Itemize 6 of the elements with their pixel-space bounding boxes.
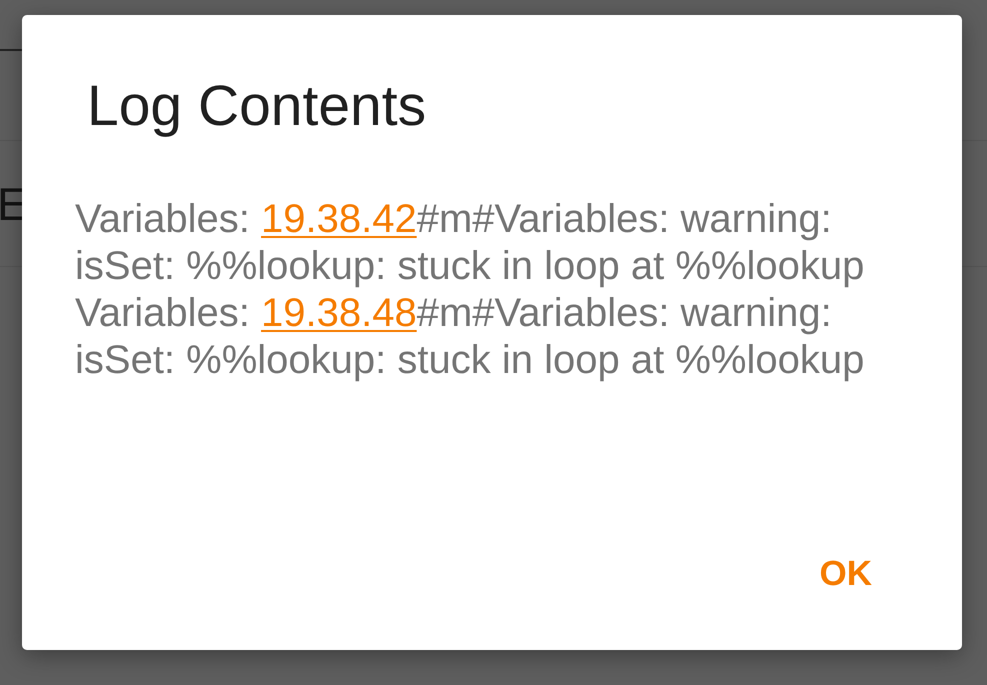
dialog-title: Log Contents [87, 73, 426, 139]
timestamp-link[interactable]: 19.38.48 [261, 291, 417, 335]
log-entry-text: Variables: 19.38.42#m#Variables: warning: isSet: %%lookup: stuck in loop at %%lookup [75, 196, 866, 290]
timestamp-link[interactable]: 19.38.42 [261, 197, 417, 241]
log-entry-text: Variables: 19.38.48#m#Variables: warning: isSet: %%lookup: stuck in loop at %%lookup [75, 290, 866, 384]
ok-button[interactable]: OK [804, 546, 888, 602]
